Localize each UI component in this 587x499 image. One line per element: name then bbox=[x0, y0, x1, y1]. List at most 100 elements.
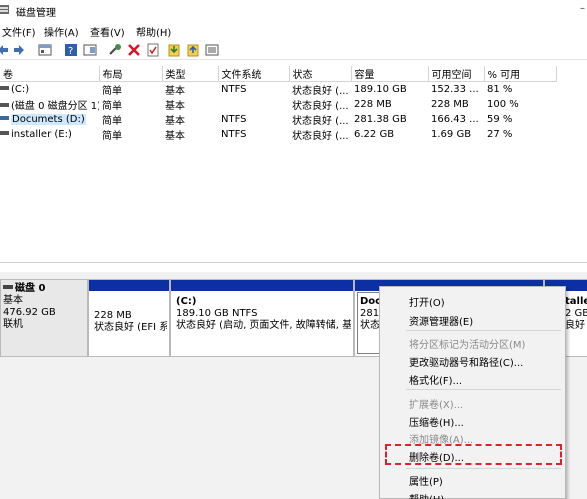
table-row-selected[interactable]: Documets (D:) 简单 基本 NTFS 状态良好 (... 281.3… bbox=[0, 112, 556, 127]
type-cell: 基本 bbox=[165, 101, 185, 112]
capacity-cell: 228 MB bbox=[354, 99, 392, 110]
list-view-icon[interactable] bbox=[205, 43, 219, 57]
properties-pane-icon[interactable] bbox=[83, 43, 97, 57]
import-icon[interactable] bbox=[167, 43, 181, 57]
partition-status: 良好 bbox=[565, 320, 585, 331]
drive-icon bbox=[0, 86, 9, 90]
back-icon[interactable] bbox=[0, 43, 10, 57]
filesystem-cell bbox=[218, 97, 289, 112]
free-space-cell: 166.43 ... bbox=[431, 114, 479, 125]
column-header-capacity[interactable]: 容量 bbox=[351, 66, 429, 82]
status-cell: 状态良好 (... bbox=[292, 101, 349, 112]
layout-cell: 简单 bbox=[102, 116, 122, 127]
volume-table: 卷 布局 类型 文件系统 状态 容量 可用空间 % 可用 (C:) 简单 基本 … bbox=[0, 66, 557, 142]
volume-cell: (C:) bbox=[0, 82, 99, 98]
menu-item-open[interactable]: 打开(O) bbox=[409, 294, 445, 309]
pane-splitter[interactable] bbox=[0, 262, 587, 263]
column-header-type[interactable]: 类型 bbox=[162, 66, 219, 82]
layout-cell: 简单 bbox=[102, 86, 122, 97]
drive-icon bbox=[0, 131, 9, 135]
menu-item-format[interactable]: 格式化(F)... bbox=[409, 372, 462, 387]
menu-view[interactable]: 查看(V) bbox=[90, 24, 125, 39]
menu-action[interactable]: 操作(A) bbox=[44, 24, 79, 39]
type-cell: 基本 bbox=[165, 116, 185, 127]
column-header-percent-free[interactable]: % 可用 bbox=[484, 66, 557, 82]
table-row[interactable]: (磁盘 0 磁盘分区 1) 简单 基本 状态良好 (... 228 MB 228… bbox=[0, 97, 556, 112]
partition-name: (C:) bbox=[176, 296, 197, 307]
disk-management-icon bbox=[0, 5, 9, 14]
table-row[interactable]: (C:) 简单 基本 NTFS 状态良好 (... 189.10 GB 152.… bbox=[0, 82, 556, 98]
column-header-layout[interactable]: 布局 bbox=[99, 66, 163, 82]
disk-0-label[interactable]: 磁盘 0 基本 476.92 GB 联机 bbox=[0, 279, 88, 357]
percent-free-cell: 27 % bbox=[487, 129, 513, 140]
disk-icon bbox=[3, 285, 13, 289]
filesystem-cell: NTFS bbox=[221, 129, 247, 140]
filesystem-cell: NTFS bbox=[221, 84, 247, 95]
capacity-cell: 281.38 GB bbox=[354, 114, 407, 125]
type-cell: 基本 bbox=[165, 131, 185, 142]
disk-status: 联机 bbox=[3, 319, 23, 330]
partition-name: talle bbox=[565, 296, 587, 307]
context-menu: 打开(O) 资源管理器(E) 将分区标记为活动分区(M) 更改驱动器号和路径(C… bbox=[379, 286, 566, 499]
drive-icon bbox=[0, 116, 9, 120]
status-cell: 状态良好 (... bbox=[292, 131, 349, 142]
disk-name: 磁盘 0 bbox=[15, 283, 46, 294]
menu-item-shrink[interactable]: 压缩卷(H)... bbox=[409, 414, 464, 429]
menu-separator bbox=[406, 330, 561, 331]
free-space-cell: 1.69 GB bbox=[431, 129, 472, 140]
column-header-status[interactable]: 状态 bbox=[289, 66, 352, 82]
volume-cell: installer (E:) bbox=[0, 127, 99, 142]
menu-item-mark-active: 将分区标记为活动分区(M) bbox=[409, 340, 526, 351]
console-tree-icon[interactable] bbox=[38, 43, 52, 57]
layout-cell: 简单 bbox=[102, 131, 122, 142]
partition-size: 228 MB bbox=[94, 310, 132, 321]
volume-cell: Documets (D:) bbox=[0, 112, 99, 127]
partition-size: 2 GB bbox=[565, 308, 587, 319]
menu-separator bbox=[406, 389, 561, 390]
help-topic-icon[interactable]: ? bbox=[64, 43, 78, 57]
percent-free-cell: 59 % bbox=[487, 114, 513, 125]
type-cell: 基本 bbox=[165, 86, 185, 97]
menu-separator bbox=[406, 468, 561, 469]
disk-type: 基本 bbox=[3, 295, 23, 306]
partition-bar bbox=[89, 280, 169, 291]
delete-icon[interactable] bbox=[127, 43, 141, 57]
menu-item-extend: 扩展卷(X)... bbox=[409, 400, 464, 411]
filesystem-cell: NTFS bbox=[221, 114, 247, 125]
menu-item-change-letter[interactable]: 更改驱动器号和路径(C)... bbox=[409, 354, 523, 369]
connect-disk-icon[interactable] bbox=[108, 43, 122, 57]
partition-efi[interactable]: 228 MB 状态良好 (EFI 系 bbox=[88, 279, 170, 357]
percent-free-cell: 100 % bbox=[487, 99, 519, 110]
table-row[interactable]: installer (E:) 简单 基本 NTFS 状态良好 (... 6.22… bbox=[0, 127, 556, 142]
svg-text:?: ? bbox=[68, 46, 73, 57]
menu-help[interactable]: 帮助(H) bbox=[136, 24, 171, 39]
menu-item-explorer[interactable]: 资源管理器(E) bbox=[409, 313, 473, 328]
partition-c[interactable]: (C:) 189.10 GB NTFS 状态良好 (启动, 页面文件, 故障转储… bbox=[170, 279, 354, 357]
title-bar: 磁盘管理 – bbox=[0, 0, 587, 20]
column-header-filesystem[interactable]: 文件系统 bbox=[218, 66, 290, 82]
drive-icon bbox=[0, 103, 9, 107]
menu-item-delete-volume[interactable]: 删除卷(D)... bbox=[409, 449, 464, 464]
status-cell: 状态良好 (... bbox=[292, 86, 349, 97]
toolbar: ? bbox=[0, 40, 587, 60]
forward-icon[interactable] bbox=[12, 43, 26, 57]
layout-cell: 简单 bbox=[102, 101, 122, 112]
menu-file[interactable]: 文件(F) bbox=[2, 24, 36, 39]
partition-status: 状态良好 (EFI 系 bbox=[94, 322, 167, 333]
export-icon[interactable] bbox=[186, 43, 200, 57]
column-header-volume[interactable]: 卷 bbox=[0, 66, 100, 82]
capacity-cell: 6.22 GB bbox=[354, 129, 395, 140]
free-space-cell: 152.33 ... bbox=[431, 84, 479, 95]
partition-bar bbox=[171, 280, 353, 291]
capacity-cell: 189.10 GB bbox=[354, 84, 407, 95]
minimize-button[interactable]: – bbox=[580, 3, 585, 14]
partition-size: 189.10 GB NTFS bbox=[176, 308, 258, 319]
menu-bar: 文件(F) 操作(A) 查看(V) 帮助(H) bbox=[0, 22, 587, 39]
partition-status: 状态良好 (启动, 页面文件, 故障转储, 基本 bbox=[176, 320, 351, 331]
menu-item-properties[interactable]: 属性(P) bbox=[409, 473, 443, 488]
column-header-free-space[interactable]: 可用空间 bbox=[428, 66, 485, 82]
free-space-cell: 228 MB bbox=[431, 99, 469, 110]
check-properties-icon[interactable] bbox=[146, 43, 160, 57]
menu-item-help[interactable]: 帮助(H) bbox=[409, 491, 444, 499]
volume-cell: (磁盘 0 磁盘分区 1) bbox=[0, 97, 99, 112]
